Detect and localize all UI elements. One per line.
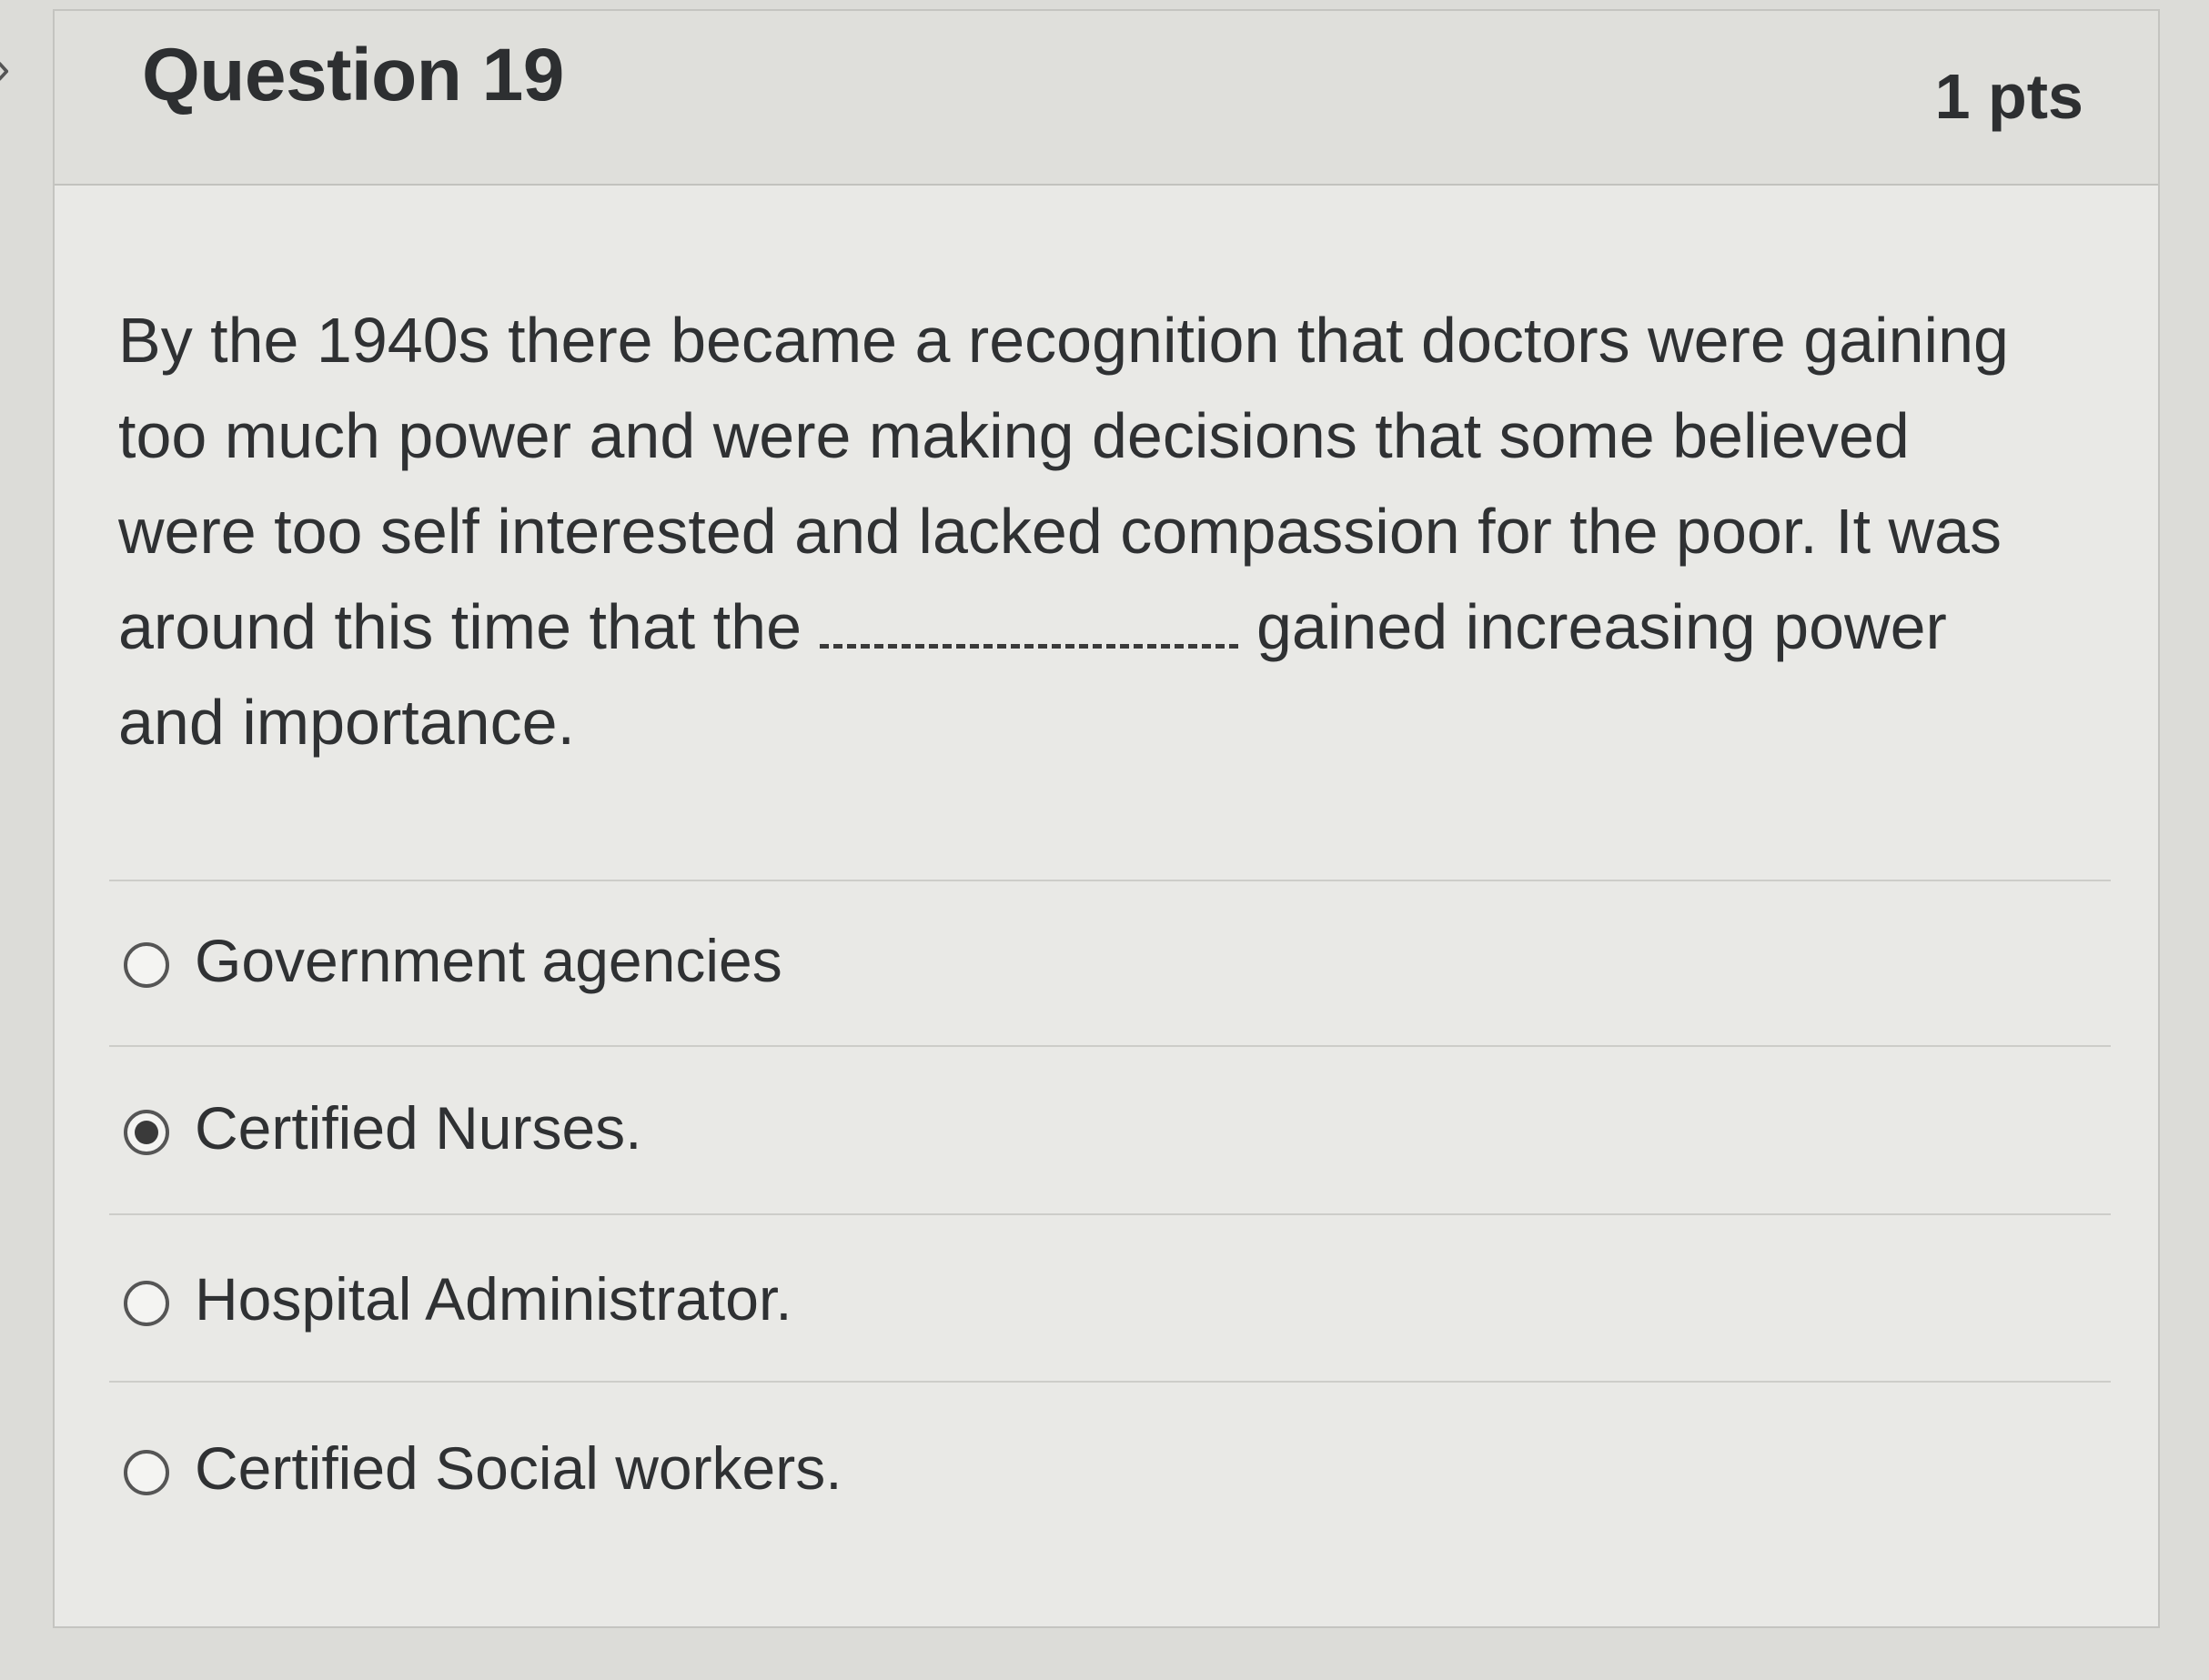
answer-option-selected[interactable]: Certified Nurses. xyxy=(111,1070,2103,1206)
fill-in-blank xyxy=(820,640,1238,649)
answer-divider xyxy=(109,1213,2111,1215)
question-card: Question 19 1 pts By the 1940s there bec… xyxy=(53,9,2160,1628)
question-text: By the 1940s there became a recognition … xyxy=(118,293,2029,770)
answer-divider xyxy=(109,1381,2111,1383)
radio-button-unselected-icon[interactable] xyxy=(124,942,169,988)
answer-label: Government agencies xyxy=(195,927,782,994)
answer-label: Certified Social workers. xyxy=(195,1434,842,1502)
question-points: 1 pts xyxy=(1934,61,2083,132)
answer-option[interactable]: Government agencies xyxy=(111,902,2103,1039)
answer-option[interactable]: Hospital Administrator. xyxy=(111,1241,2103,1377)
answers-divider xyxy=(109,880,2111,881)
question-title: Question 19 xyxy=(142,34,564,116)
answer-label: Certified Nurses. xyxy=(195,1094,642,1162)
radio-button-selected-icon[interactable] xyxy=(124,1110,169,1155)
radio-button-unselected-icon[interactable] xyxy=(124,1281,169,1326)
previous-question-chevron-icon[interactable]: › xyxy=(0,45,20,92)
question-header: Question 19 1 pts xyxy=(55,11,2158,186)
answer-divider xyxy=(109,1045,2111,1047)
answer-option[interactable]: Certified Social workers. xyxy=(111,1410,2103,1546)
answer-label: Hospital Administrator. xyxy=(195,1265,792,1333)
radio-button-unselected-icon[interactable] xyxy=(124,1450,169,1495)
